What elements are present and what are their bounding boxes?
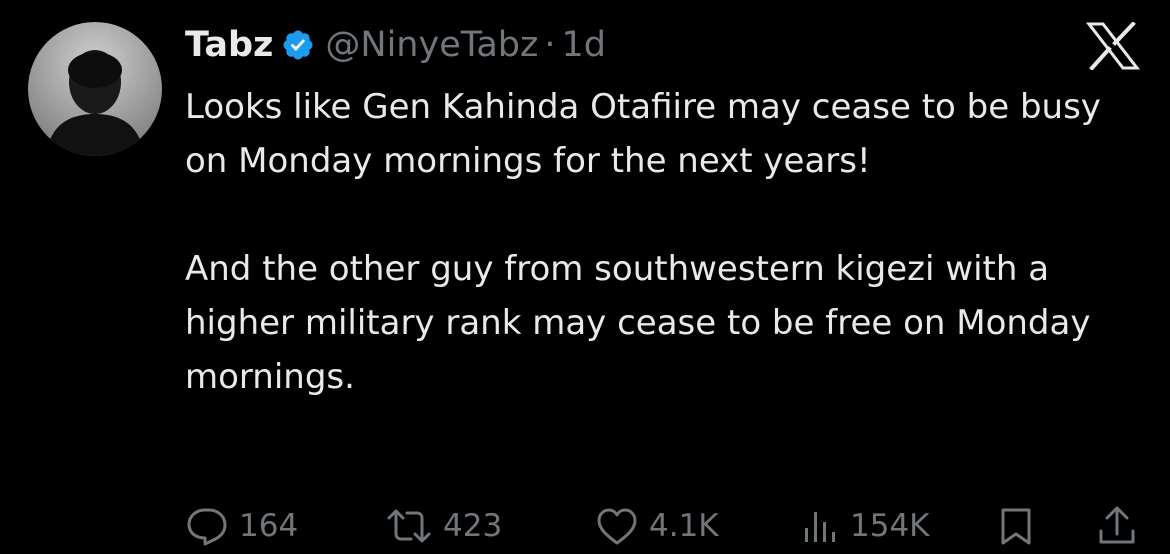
bookmark-icon xyxy=(998,506,1034,546)
tweet-paragraph-2: And the other guy from southwestern kige… xyxy=(185,249,1091,397)
reply-count: 164 xyxy=(239,508,299,544)
share-button[interactable] xyxy=(1097,500,1137,552)
action-bar: 164 423 4.1K 154K xyxy=(185,500,1145,552)
views-button[interactable]: 154K xyxy=(800,500,930,552)
avatar[interactable] xyxy=(28,22,162,156)
repost-button[interactable]: 423 xyxy=(385,500,502,552)
repost-icon xyxy=(385,506,433,546)
views-icon xyxy=(800,506,840,546)
repost-count: 423 xyxy=(443,508,503,544)
tweet-card[interactable]: Tabz @NinyeTabz · 1d Looks like Gen Kahi… xyxy=(0,0,1170,554)
author-handle[interactable]: @NinyeTabz xyxy=(325,25,538,65)
heart-icon xyxy=(595,506,639,546)
tweet-paragraph-1: Looks like Gen Kahinda Otafiire may ceas… xyxy=(185,87,1101,181)
verified-badge-icon xyxy=(281,28,315,62)
like-button[interactable]: 4.1K xyxy=(595,500,719,552)
share-icon xyxy=(1097,505,1137,547)
x-logo-icon xyxy=(1085,21,1141,71)
reply-button[interactable]: 164 xyxy=(185,500,298,552)
tweet-timestamp[interactable]: 1d xyxy=(562,25,607,65)
views-count: 154K xyxy=(850,508,930,544)
bookmark-button[interactable] xyxy=(998,500,1034,552)
tweet-text: Looks like Gen Kahinda Otafiire may ceas… xyxy=(185,80,1145,404)
tweet-header: Tabz @NinyeTabz · 1d xyxy=(185,20,606,70)
author-name[interactable]: Tabz xyxy=(185,25,273,65)
like-count: 4.1K xyxy=(649,508,719,544)
reply-icon xyxy=(185,506,229,546)
header-separator: · xyxy=(544,25,556,65)
